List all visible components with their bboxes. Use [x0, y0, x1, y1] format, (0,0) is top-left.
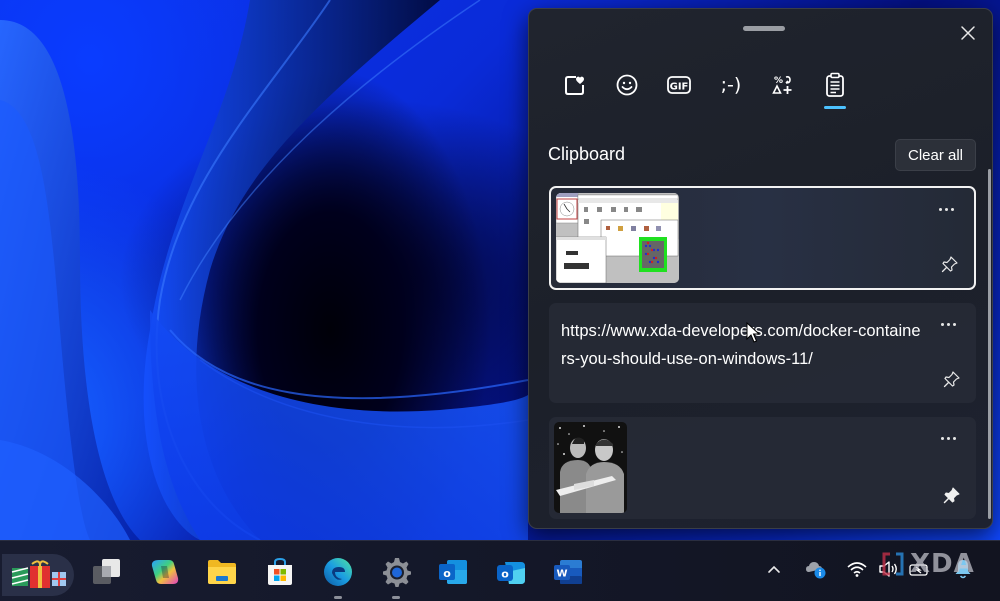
task-view-icon[interactable] [91, 556, 123, 588]
more-options-button[interactable] [936, 317, 960, 331]
wifi-status[interactable] [846, 558, 868, 580]
svg-text:o: o [501, 568, 509, 581]
running-indicator [392, 596, 400, 599]
pin-outline-icon [941, 256, 958, 273]
clipboard-text-content: https://www.xda-developers.com/docker-co… [561, 322, 921, 368]
pin-filled-icon [943, 487, 960, 504]
speaker-icon [879, 561, 897, 577]
battery-status[interactable] [908, 558, 930, 580]
show-hidden-icons-button[interactable] [763, 558, 785, 580]
word-icon[interactable]: W [552, 556, 584, 588]
more-options-button[interactable] [936, 431, 960, 445]
onedrive-status[interactable] [805, 558, 827, 580]
svg-text:%: % [774, 76, 783, 86]
close-icon [961, 26, 975, 40]
svg-text:o: o [443, 567, 451, 580]
clipboard-item-text[interactable]: https://www.xda-developers.com/docker-co… [549, 303, 976, 403]
scrollbar[interactable] [988, 169, 991, 519]
panel-tabs: GIF ;-) % [549, 65, 861, 115]
section-title: Clipboard [548, 144, 626, 164]
smiley-icon [616, 74, 638, 96]
tab-kaomoji[interactable]: ;-) [705, 65, 757, 105]
notifications-button[interactable] [952, 558, 974, 580]
volume-status[interactable] [878, 558, 900, 580]
tab-symbols[interactable]: % [757, 65, 809, 105]
pin-button[interactable] [942, 369, 962, 389]
symbols-icon: % [772, 76, 792, 94]
chevron-up-icon [768, 565, 780, 573]
taskbar-widgets-button[interactable] [2, 554, 74, 596]
tab-clipboard[interactable] [809, 65, 861, 109]
unpin-button[interactable] [942, 485, 962, 505]
svg-text:W: W [556, 569, 567, 580]
outlook-new-icon[interactable]: o [495, 556, 527, 588]
outlook-icon[interactable]: o [437, 556, 469, 588]
close-button[interactable] [954, 19, 982, 47]
store-icon[interactable] [264, 556, 296, 588]
clipboard-panel: GIF ;-) % Clipboard Clear all https://ww… [528, 8, 993, 529]
cloud-info-icon [806, 562, 826, 579]
gear-icon[interactable] [380, 556, 412, 588]
photo-thumbnail [554, 422, 627, 513]
clipboard-item-image-2[interactable] [549, 417, 976, 519]
drag-handle[interactable] [743, 26, 785, 31]
battery-icon [909, 564, 928, 576]
clear-all-button[interactable]: Clear all [895, 139, 976, 171]
active-tab-indicator [824, 106, 846, 109]
clipboard-icon [826, 72, 844, 97]
clipboard-item-image-1[interactable] [549, 186, 976, 290]
gifts-widget-icon [11, 560, 66, 588]
tab-emoji[interactable] [601, 65, 653, 105]
tab-favorites[interactable] [549, 65, 601, 105]
taskbar: o o W XDA [0, 540, 1000, 601]
folder-icon[interactable] [206, 556, 238, 588]
bell-icon [955, 560, 971, 579]
pin-outline-icon [943, 371, 960, 388]
svg-text:GIF: GIF [670, 82, 689, 93]
copilot-icon[interactable] [149, 556, 181, 588]
heart-square-icon [565, 76, 584, 95]
running-indicator [334, 596, 342, 599]
kaomoji-icon: ;-) [720, 74, 742, 96]
wifi-icon [847, 562, 867, 577]
gif-icon: GIF [667, 76, 691, 94]
edge-icon[interactable] [322, 556, 354, 588]
tab-gif[interactable]: GIF [653, 65, 705, 105]
more-options-button[interactable] [934, 202, 958, 216]
windows-31-screenshot-thumbnail [556, 193, 679, 283]
pin-button[interactable] [940, 254, 960, 274]
